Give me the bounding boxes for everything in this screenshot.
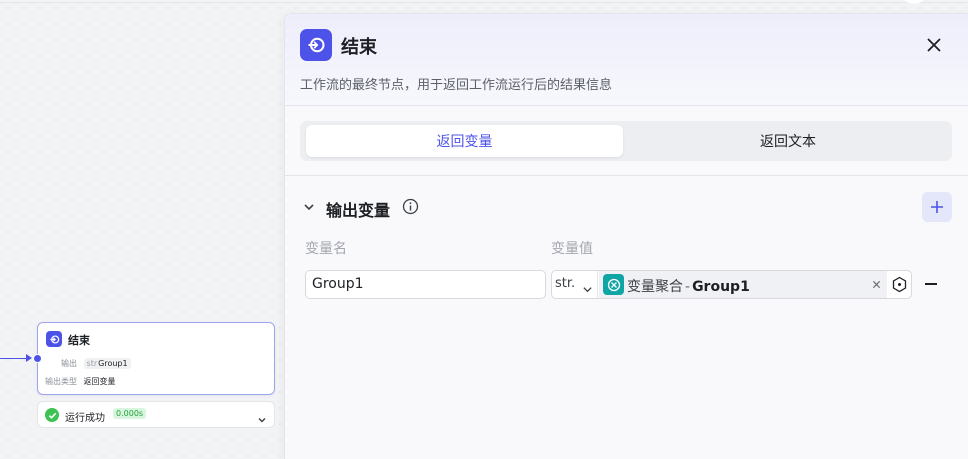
tab-return-text[interactable]: 返回文本 — [627, 125, 949, 157]
node-output-label: 输出 — [61, 359, 77, 368]
clear-icon[interactable] — [869, 277, 883, 291]
run-status-bar[interactable]: 运行成功 0.000s — [37, 401, 275, 428]
variable-value-field: str. 变量聚合 - Group1 — [551, 270, 912, 299]
variable-select-icon[interactable] — [889, 274, 910, 295]
edge-arrow-icon — [26, 354, 32, 362]
section-divider — [285, 175, 968, 176]
plus-icon — [931, 201, 943, 213]
node-output-tag: strGroup1 — [83, 358, 131, 369]
add-variable-button[interactable] — [922, 192, 952, 222]
type-select[interactable]: str. — [552, 271, 598, 298]
panel-description: 工作流的最终节点，用于返回工作流运行后的结果信息 — [300, 78, 613, 93]
variable-name-input[interactable]: Group1 — [305, 270, 546, 299]
input-port[interactable] — [33, 354, 42, 363]
close-icon[interactable] — [923, 34, 945, 56]
node-title: 结束 — [68, 334, 90, 347]
run-time-badge: 0.000s — [113, 408, 147, 419]
return-mode-tabs: 返回变量 返回文本 — [300, 121, 952, 161]
canvas-top-border — [0, 2, 968, 3]
reference-separator: - — [685, 279, 691, 295]
panel-title: 结束 — [341, 37, 377, 58]
section-title: 输出变量 — [326, 201, 391, 220]
info-icon[interactable] — [402, 198, 419, 215]
end-node-icon — [300, 29, 332, 61]
run-status-text: 运行成功 — [65, 413, 105, 424]
variable-reference-chip[interactable]: 变量聚合 - Group1 — [599, 271, 887, 298]
minus-icon[interactable] — [923, 277, 939, 291]
column-label-name: 变量名 — [305, 241, 347, 257]
node-kind-label: 输出类型 — [45, 377, 77, 386]
reference-text: 变量聚合 - Group1 — [627, 276, 750, 296]
chevron-down-icon[interactable] — [257, 410, 267, 429]
node-config-panel: 结束 工作流的最终节点，用于返回工作流运行后的结果信息 返回变量 返回文本 输出… — [284, 13, 968, 459]
panel-header: 结束 工作流的最终节点，用于返回工作流运行后的结果信息 — [285, 14, 968, 106]
chevron-down-icon — [582, 280, 593, 299]
node-kind-row: 输出类型 返回变量 — [45, 376, 116, 387]
node-output-type: str — [86, 359, 98, 368]
reference-variable: Group1 — [692, 279, 750, 295]
node-output-row: 输出 strGroup1 — [61, 358, 131, 369]
type-select-value: str. — [555, 276, 576, 291]
node-output-value: Group1 — [98, 359, 128, 368]
check-circle-icon — [45, 408, 59, 422]
column-label-value: 变量值 — [551, 241, 593, 257]
tab-return-variable[interactable]: 返回变量 — [306, 125, 623, 157]
end-node-icon — [46, 331, 62, 347]
node-kind-value: 返回变量 — [83, 377, 116, 386]
variable-merge-icon — [603, 274, 624, 295]
reference-node: 变量聚合 — [627, 279, 683, 295]
end-node-card[interactable]: 结束 输出 strGroup1 输出类型 返回变量 — [37, 322, 275, 395]
chevron-down-icon[interactable] — [302, 200, 316, 214]
